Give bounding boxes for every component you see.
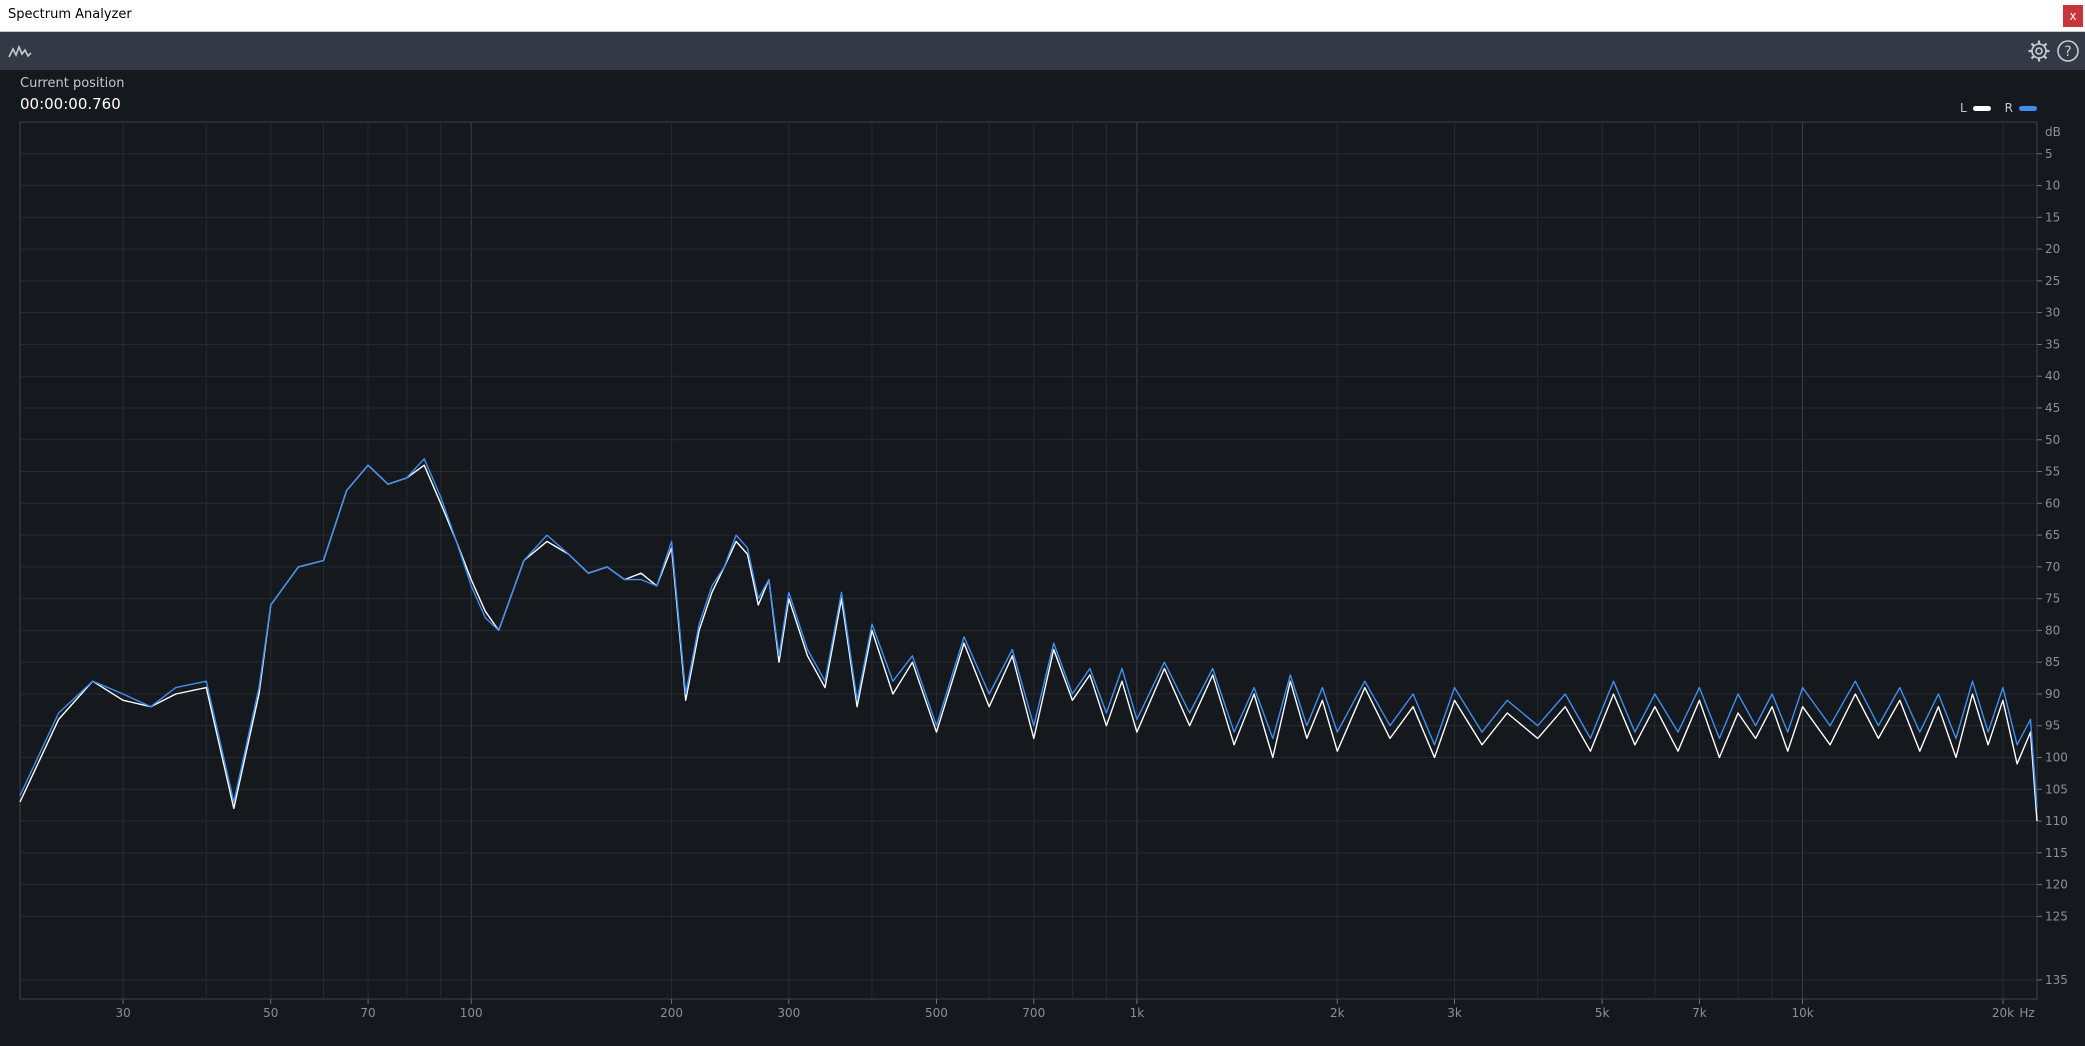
y-tick-label: 25 [2045,274,2060,288]
y-tick-label: 90 [2045,687,2060,701]
y-tick-label: 70 [2045,560,2060,574]
x-tick-label: 7k [1692,1006,1707,1020]
y-tick-label: 80 [2045,623,2060,637]
y-tick-label: 30 [2045,306,2060,320]
x-tick-label: 3k [1447,1006,1462,1020]
y-tick-label: 55 [2045,465,2060,479]
x-tick-label: 100 [460,1006,483,1020]
y-tick-label: 135 [2045,973,2068,987]
x-tick-label: 30 [115,1006,130,1020]
x-tick-label: 2k [1330,1006,1345,1020]
y-tick-label: 115 [2045,846,2068,860]
y-tick-label: 20 [2045,242,2060,256]
y-tick-label: 5 [2045,147,2053,161]
x-tick-label: 20k [1992,1006,2014,1020]
y-tick-label: 100 [2045,751,2068,765]
y-tick-label: 75 [2045,592,2060,606]
x-tick-label: 700 [1022,1006,1045,1020]
x-tick-label: 300 [777,1006,800,1020]
x-tick-label: 200 [660,1006,683,1020]
y-tick-label: 40 [2045,369,2060,383]
x-tick-label: 70 [360,1006,375,1020]
x-tick-label: 1k [1130,1006,1145,1020]
y-tick-label: 60 [2045,496,2060,510]
x-tick-label: 50 [263,1006,278,1020]
y-axis-label: dB [2045,125,2061,139]
y-tick-label: 105 [2045,782,2068,796]
y-tick-label: 125 [2045,909,2068,923]
spectrum-chart[interactable]: 5 10 15 20 25 30 35 40 45 50 55 60 65 70 75 80 85 90 95 100… [0,0,2085,1046]
y-tick-label: 85 [2045,655,2060,669]
x-tick-label: 5k [1595,1006,1610,1020]
y-tick-label: 110 [2045,814,2068,828]
x-axis-label: Hz [2019,1006,2034,1020]
y-tick-label: 95 [2045,719,2060,733]
y-tick-label: 15 [2045,210,2060,224]
x-tick-label: 500 [925,1006,948,1020]
x-tick-label: 10k [1791,1006,1813,1020]
y-tick-label: 65 [2045,528,2060,542]
y-tick-label: 10 [2045,179,2060,193]
y-tick-label: 35 [2045,337,2060,351]
y-tick-label: 50 [2045,433,2060,447]
y-tick-label: 120 [2045,878,2068,892]
y-tick-label: 45 [2045,401,2060,415]
